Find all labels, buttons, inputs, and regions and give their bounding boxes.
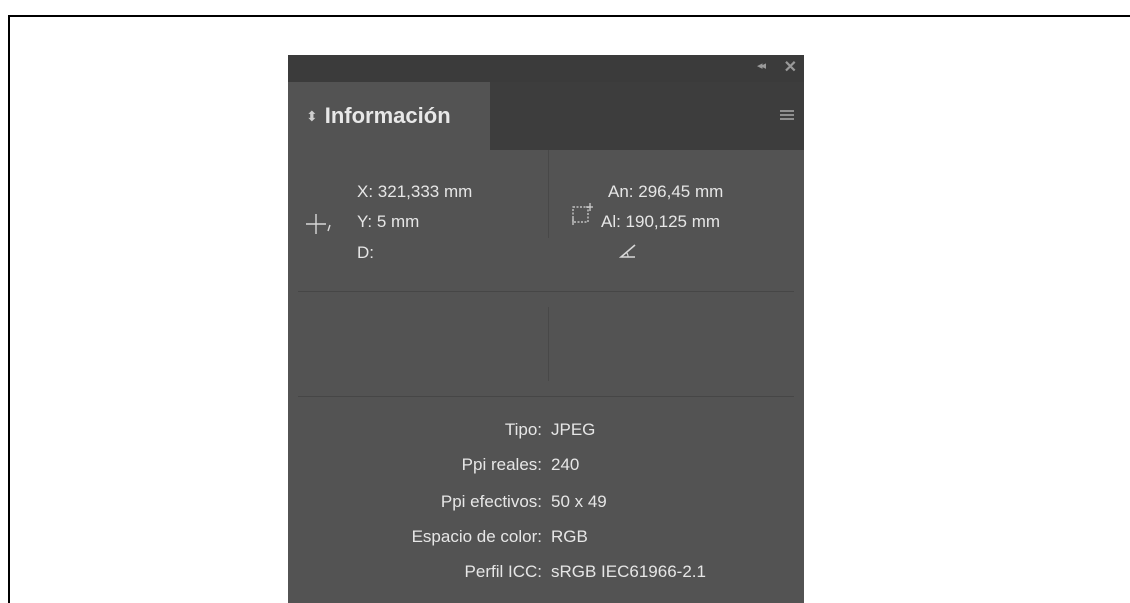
size-height: Al: 190,125 mm xyxy=(601,212,721,231)
info-row-effective-ppi: Ppi efectivos: 50 x 49 xyxy=(288,492,804,518)
angle-icon xyxy=(619,244,636,258)
close-icon[interactable]: ✕ xyxy=(784,57,797,77)
tab-arrows-icon[interactable]: ⬍ xyxy=(306,108,318,125)
info-key: Tipo: xyxy=(504,420,542,439)
tab-informacion[interactable]: ⬍ Información xyxy=(288,82,490,150)
info-key: Ppi reales: xyxy=(461,455,542,474)
info-row-actual-ppi: Ppi reales: 240 xyxy=(288,455,804,481)
info-key: Perfil ICC: xyxy=(464,562,542,581)
info-value: JPEG xyxy=(551,420,596,439)
info-value: RGB xyxy=(551,527,588,546)
info-value: 50 x 49 xyxy=(551,492,607,511)
info-value: 240 xyxy=(551,455,580,474)
section-divider xyxy=(298,291,794,292)
info-key: Ppi efectivos: xyxy=(440,492,542,511)
position-x: X: 321,333 mm xyxy=(357,182,473,201)
info-row-color-space: Espacio de color: RGB xyxy=(288,527,804,553)
column-divider xyxy=(548,150,549,238)
position-y: Y: 5 mm xyxy=(357,212,420,231)
position-size-section: X: 321,333 mm Y: 5 mm D: An: 296,45 mm A… xyxy=(288,150,804,292)
size-width: An: 296,45 mm xyxy=(608,182,724,201)
info-value: sRGB IEC61966-2.1 xyxy=(551,562,706,581)
tab-label: Información xyxy=(324,103,451,128)
section-divider-2 xyxy=(298,396,794,397)
bounding-box-icon xyxy=(572,203,593,225)
info-row-icc-profile: Perfil ICC: sRGB IEC61966-2.1 xyxy=(288,562,804,588)
collapse-icon[interactable]: ◂◂ xyxy=(757,59,766,72)
panel-menu-icon[interactable] xyxy=(780,110,794,121)
panel-titlebar[interactable]: ◂◂ ✕ xyxy=(288,55,804,82)
column-divider-2 xyxy=(548,307,549,381)
tab-strip: ⬍ Información xyxy=(288,82,804,150)
distance-d: D: xyxy=(357,243,374,262)
empty-readout-section xyxy=(288,293,804,397)
info-panel: ◂◂ ✕ ⬍ Información X: 321,333 mm Y: 5 mm… xyxy=(288,55,804,603)
info-key: Espacio de color: xyxy=(411,527,542,546)
crosshair-icon xyxy=(306,214,331,234)
info-row-type: Tipo: JPEG xyxy=(288,420,804,446)
